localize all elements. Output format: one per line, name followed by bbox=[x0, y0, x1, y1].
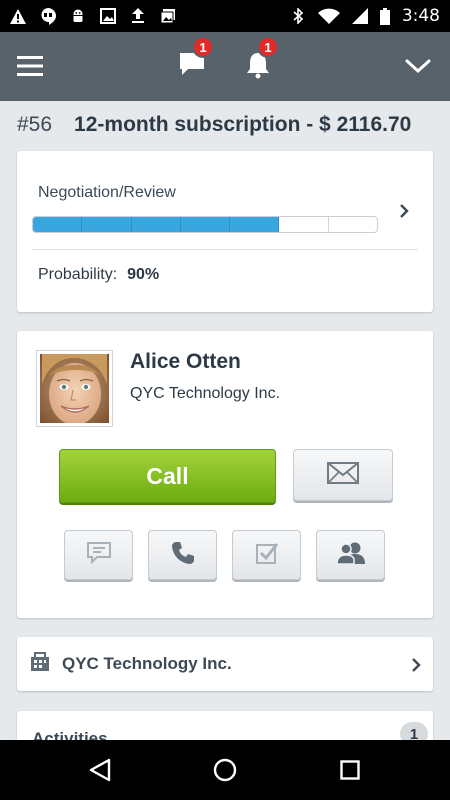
pipeline-segment bbox=[329, 217, 377, 232]
organization-name: QYC Technology Inc. bbox=[62, 654, 232, 673]
alert-icon bbox=[10, 8, 26, 24]
pipeline-segment bbox=[180, 217, 231, 232]
image-icon bbox=[100, 8, 116, 24]
navigation-bar bbox=[0, 740, 450, 800]
status-bar: 3:48 bbox=[0, 0, 450, 32]
pipeline-progress bbox=[32, 216, 378, 233]
deal-number: #56 bbox=[17, 113, 53, 136]
phone-button[interactable] bbox=[148, 530, 217, 580]
recents-icon[interactable] bbox=[330, 740, 370, 800]
pipeline-segment bbox=[131, 217, 181, 232]
pipeline-segment bbox=[279, 217, 329, 232]
deal-stage-card[interactable]: Negotiation/Review Probability: 90% bbox=[17, 151, 433, 312]
photo-stack-icon bbox=[160, 8, 176, 24]
app-bar: 1 1 bbox=[0, 32, 450, 101]
chevron-right-icon[interactable] bbox=[394, 201, 414, 221]
hangouts-icon bbox=[40, 7, 56, 25]
task-icon bbox=[255, 541, 279, 570]
contacts-button[interactable] bbox=[316, 530, 385, 580]
hamburger-icon[interactable] bbox=[14, 51, 46, 81]
notifications-badge: 1 bbox=[257, 36, 279, 58]
back-icon[interactable] bbox=[80, 740, 120, 800]
email-icon bbox=[327, 461, 359, 489]
deal-title: 12-month subscription - $ 2116.70 bbox=[74, 113, 412, 136]
pipeline-segment bbox=[82, 217, 132, 232]
call-button[interactable]: Call bbox=[59, 449, 276, 503]
person-name[interactable]: Alice Otten bbox=[130, 350, 241, 374]
deal-header: #56 12-month subscription - $ 2116.70 bbox=[17, 113, 437, 137]
probability-label: Probability: bbox=[38, 266, 118, 283]
contacts-icon bbox=[335, 541, 366, 570]
task-button[interactable] bbox=[232, 530, 301, 580]
messages-badge: 1 bbox=[192, 36, 214, 58]
pipeline-segment bbox=[230, 217, 280, 232]
email-button[interactable] bbox=[293, 449, 393, 501]
organization-row[interactable]: QYC Technology Inc. bbox=[17, 637, 433, 691]
phone-icon bbox=[171, 541, 195, 570]
android-icon bbox=[70, 8, 86, 24]
signal-icon bbox=[351, 8, 368, 24]
bluetooth-icon bbox=[290, 8, 306, 24]
person-organization[interactable]: QYC Technology Inc. bbox=[130, 385, 280, 403]
note-icon bbox=[86, 541, 112, 570]
chevron-right-icon bbox=[406, 655, 426, 675]
divider bbox=[32, 249, 418, 250]
person-card: Alice Otten QYC Technology Inc. Call bbox=[17, 331, 433, 618]
wifi-icon bbox=[317, 8, 340, 24]
battery-icon bbox=[379, 7, 390, 25]
avatar[interactable] bbox=[36, 350, 113, 427]
building-icon bbox=[30, 652, 50, 677]
probability-value: 90% bbox=[127, 266, 160, 283]
probability: Probability: 90% bbox=[38, 266, 159, 284]
pipeline-segment bbox=[33, 217, 83, 232]
home-icon[interactable] bbox=[205, 740, 245, 800]
note-button[interactable] bbox=[64, 530, 133, 580]
status-time: 3:48 bbox=[401, 6, 440, 26]
stage-label: Negotiation/Review bbox=[38, 184, 176, 201]
upload-icon bbox=[130, 8, 146, 24]
chevron-down-icon[interactable] bbox=[403, 54, 433, 78]
